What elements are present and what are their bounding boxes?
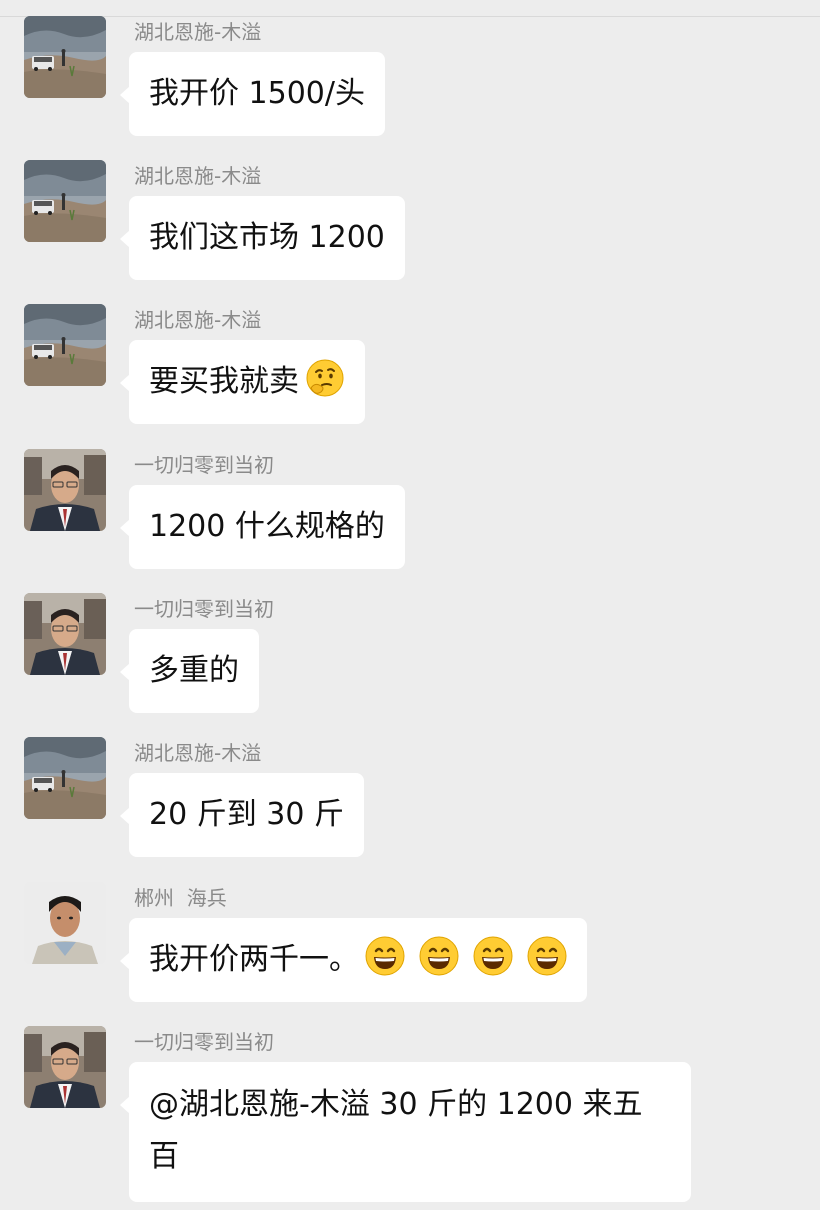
- message-text: 我开价两千一。: [149, 942, 359, 977]
- man-in-car-avatar[interactable]: [24, 1026, 106, 1108]
- message-bubble[interactable]: 我开价 1500/头: [120, 52, 385, 136]
- message-bubble[interactable]: 我开价两千一。: [120, 918, 587, 1002]
- grinning-face-emoji: [365, 936, 405, 976]
- thinking-face-emoji: [305, 358, 345, 398]
- message-bubble[interactable]: @湖北恩施-木溢 30 斤的 1200 来五百: [120, 1062, 691, 1202]
- sender-name: 一切归零到当初: [134, 453, 274, 477]
- message-bubble[interactable]: 要买我就卖: [120, 340, 365, 424]
- sender-name: 湖北恩施-木溢: [134, 164, 262, 188]
- message-bubble[interactable]: 20 斤到 30 斤: [120, 773, 364, 857]
- message-text: 要买我就卖: [149, 364, 299, 399]
- sender-name: 一切归零到当初: [134, 597, 274, 621]
- message-text: 我开价 1500/头: [149, 76, 365, 111]
- man-portrait-avatar[interactable]: [24, 882, 106, 964]
- message-bubble[interactable]: 1200 什么规格的: [120, 485, 405, 569]
- message-bubble[interactable]: 多重的: [120, 629, 259, 713]
- car-landscape-avatar[interactable]: [24, 304, 106, 386]
- grinning-face-emoji: [527, 936, 567, 976]
- car-landscape-avatar[interactable]: [24, 737, 106, 819]
- sender-name: 一切归零到当初: [134, 1030, 274, 1054]
- message-text: @湖北恩施-木溢 30 斤的 1200 来五百: [149, 1087, 643, 1174]
- message-bubble[interactable]: 我们这市场 1200: [120, 196, 405, 280]
- message-text: 1200 什么规格的: [149, 509, 385, 544]
- man-in-car-avatar[interactable]: [24, 593, 106, 675]
- grinning-face-emoji: [473, 936, 513, 976]
- message-text: 多重的: [149, 653, 239, 688]
- sender-name: 湖北恩施-木溢: [134, 308, 262, 332]
- sender-name: 湖北恩施-木溢: [134, 741, 262, 765]
- sender-name: 湖北恩施-木溢: [134, 20, 262, 44]
- top-divider: [0, 16, 820, 17]
- car-landscape-avatar[interactable]: [24, 160, 106, 242]
- message-text: 20 斤到 30 斤: [149, 797, 344, 832]
- car-landscape-avatar[interactable]: [24, 16, 106, 98]
- sender-name: 郴州 海兵: [134, 886, 227, 910]
- grinning-face-emoji: [419, 936, 459, 976]
- man-in-car-avatar[interactable]: [24, 449, 106, 531]
- message-text: 我们这市场 1200: [149, 220, 385, 255]
